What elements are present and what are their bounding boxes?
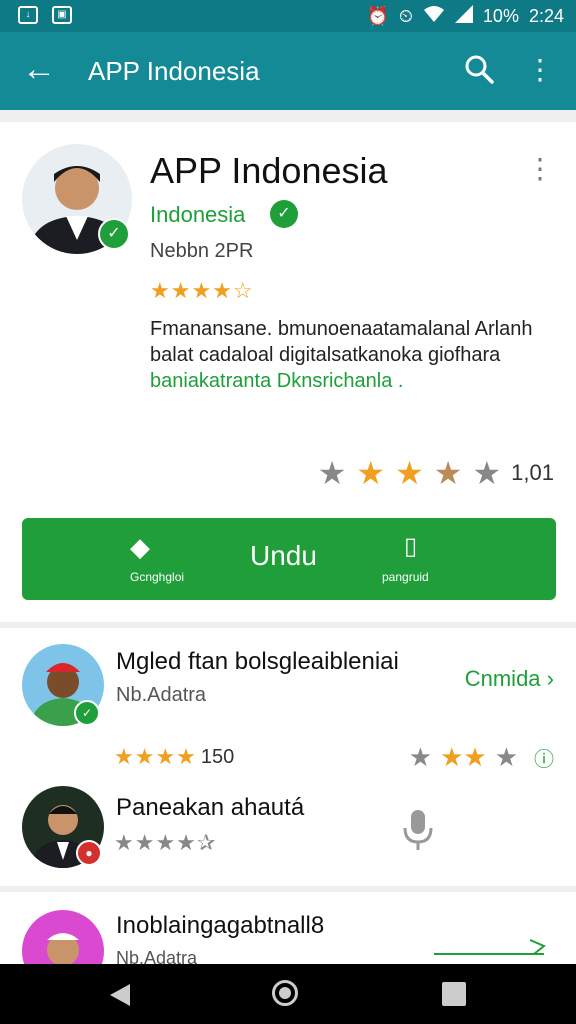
badge-icon: ● bbox=[76, 840, 102, 866]
review-title: Paneakan ahautá bbox=[116, 794, 305, 821]
rating-row: ★ ★ ★ ★ ★ 1,01 bbox=[318, 454, 554, 492]
star-icon: ★ bbox=[408, 742, 433, 772]
search-icon[interactable] bbox=[464, 54, 494, 89]
image-notification-icon: ▣ bbox=[52, 6, 72, 24]
install-button[interactable]: ◆ Gcnghgloi Undu ▯ pangruid bbox=[22, 518, 556, 600]
review-rating-row: ★★★★ 150 bbox=[114, 744, 234, 770]
rating-count: 1,01 bbox=[511, 460, 554, 485]
verified-badge-icon: ✓ bbox=[98, 218, 130, 250]
verified-badge-icon: ✓ bbox=[74, 700, 100, 726]
star-icon: ★ bbox=[356, 455, 386, 491]
star-icon: ★★ bbox=[440, 742, 487, 772]
review-title: Mgled ftan bolsgleaibleniai bbox=[116, 648, 399, 675]
notification-icon: ↓ bbox=[18, 6, 38, 24]
alarm-icon: ⏰ bbox=[366, 6, 389, 26]
app-detail-card: ✓ APP Indonesia ⋮ Indonesia ✓ Nebbn 2PR … bbox=[0, 122, 576, 622]
description-line: balat cadaloal digitalsatkanoka giofhara bbox=[150, 344, 501, 366]
overflow-menu-icon[interactable]: ⋮ bbox=[526, 56, 554, 84]
review-action-label: Cnmida bbox=[464, 666, 541, 691]
app-overflow-icon[interactable]: ⋮ bbox=[526, 152, 554, 185]
info-icon[interactable]: ⓘ bbox=[534, 743, 554, 772]
install-label: Undu bbox=[250, 540, 317, 571]
signal-icon bbox=[454, 5, 473, 28]
app-bar: ← APP Indonesia ⋮ bbox=[0, 32, 576, 110]
review-rating-side: ★ ★★ ★ ⓘ bbox=[409, 742, 554, 773]
star-icon: ★ bbox=[472, 455, 502, 491]
review-subtitle: Nb.Adatra bbox=[116, 684, 207, 706]
phone-icon: ▯ bbox=[404, 533, 418, 560]
developer-name[interactable]: Indonesia bbox=[150, 202, 245, 228]
install-right-label: pangruid bbox=[382, 570, 429, 584]
status-time: 2:24 bbox=[528, 6, 564, 26]
chevron-right-icon: › bbox=[546, 666, 554, 691]
description-line: baniakatranta Dknsrichanla . bbox=[150, 370, 404, 392]
review-count: 150 bbox=[200, 745, 235, 768]
stars-icon: ★★★★ bbox=[114, 744, 197, 769]
nav-back-icon[interactable] bbox=[108, 982, 132, 1013]
status-bar: ↓ ▣ ⏰ ⏲ 10% 2:24 bbox=[0, 0, 576, 32]
app-rating-stars: ★★★★☆ bbox=[150, 278, 254, 303]
app-name: APP Indonesia bbox=[150, 150, 388, 191]
review-action-link[interactable]: Cnmida › bbox=[465, 666, 554, 692]
star-icon: ★ bbox=[433, 455, 463, 491]
star-icon: ★ bbox=[494, 742, 518, 772]
wifi-icon bbox=[423, 5, 445, 28]
clock-icon: ⏲ bbox=[398, 6, 413, 26]
download-icon: ◆ bbox=[130, 532, 150, 562]
review-title: Inoblaingagabtnall8 bbox=[116, 912, 325, 939]
more-card: Inoblaingagabtnall8 Nb.Adatra bbox=[0, 892, 576, 992]
description-line: Fmanansane. bmunoenaatamalanal Arlanh bbox=[150, 318, 533, 340]
navigation-bar bbox=[0, 964, 576, 1024]
star-icon: ★ bbox=[317, 455, 347, 491]
microphone-icon[interactable] bbox=[400, 808, 436, 859]
review-stars: ★★★★✰ bbox=[114, 830, 217, 855]
trend-arrow-icon[interactable] bbox=[434, 928, 554, 963]
verified-icon: ✓ bbox=[270, 200, 298, 228]
reviews-card: ✓ Mgled ftan bolsgleaibleniai Nb.Adatra … bbox=[0, 628, 576, 886]
nav-recents-icon[interactable] bbox=[442, 982, 466, 1006]
back-arrow-icon[interactable]: ← bbox=[22, 52, 56, 86]
nav-home-icon[interactable] bbox=[272, 980, 298, 1006]
app-bar-title: APP Indonesia bbox=[88, 56, 260, 86]
app-description: Fmanansane. bmunoenaatamalanal Arlanh ba… bbox=[150, 316, 560, 394]
install-left-label: Gcnghgloi bbox=[130, 570, 185, 584]
app-version: Nebbn 2PR bbox=[150, 240, 254, 262]
star-icon: ★ bbox=[395, 455, 424, 491]
battery-level: 10% bbox=[482, 6, 519, 26]
